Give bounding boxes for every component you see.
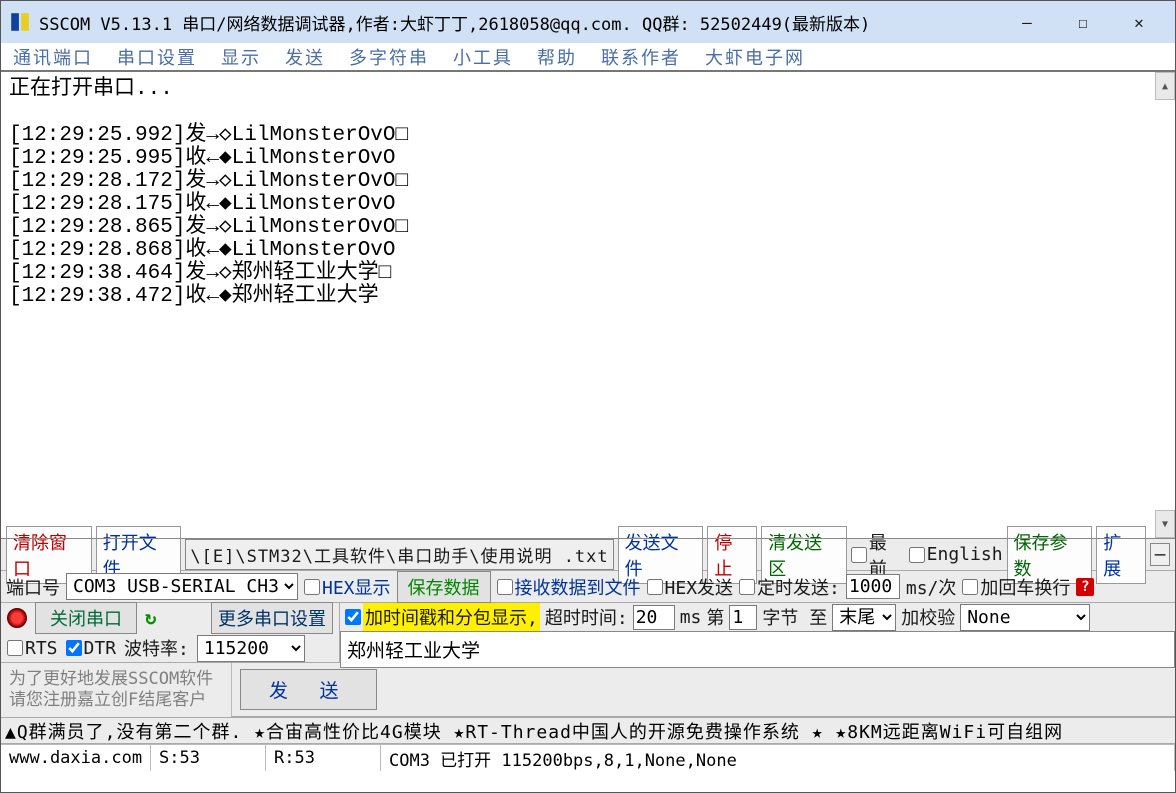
hint-text: 为了更好地发展SSCOM软件 请您注册嘉立创F结尾客户 xyxy=(1,663,231,717)
send-text-area[interactable]: 郑州轻工业大学 xyxy=(340,631,1175,668)
byte-to-label: 字节 至 xyxy=(762,604,827,630)
recv-to-file-checkbox[interactable]: 接收数据到文件 xyxy=(497,574,641,600)
ms-label: ms xyxy=(680,607,702,628)
hex-show-checkbox[interactable]: HEX显示 xyxy=(304,574,391,600)
help-icon[interactable]: ? xyxy=(1076,578,1094,596)
byte-from-input[interactable] xyxy=(729,605,757,630)
port-select[interactable]: COM3 USB-SERIAL CH340 xyxy=(66,573,298,600)
timeout-label: 超时时间: xyxy=(545,604,628,630)
menu-contact[interactable]: 联系作者 xyxy=(601,44,681,70)
log-text[interactable]: 正在打开串口... [12:29:25.992]发→◇LilMonsterOvO… xyxy=(1,72,1175,314)
status-recv: R:53 xyxy=(266,745,381,771)
menu-display[interactable]: 显示 xyxy=(221,44,261,70)
refresh-icon[interactable]: ↻ xyxy=(145,607,167,629)
status-port: COM3 已打开 115200bps,8,1,None,None xyxy=(381,745,1175,771)
byte-from-label: 第 xyxy=(706,604,724,630)
status-bar: www.daxia.com S:53 R:53 COM3 已打开 115200b… xyxy=(1,744,1175,771)
more-settings-button[interactable]: 更多串口设置 xyxy=(211,602,333,634)
timestamp-checkbox[interactable]: 加时间戳和分包显示, xyxy=(345,603,540,631)
expand-toggle[interactable]: — xyxy=(1150,543,1170,566)
close-window-button[interactable]: ✕ xyxy=(1111,1,1167,43)
baud-select[interactable]: 115200 xyxy=(197,635,305,662)
window-title: SSCOM V5.13.1 串口/网络数据调试器,作者:大虾丁丁,2618058… xyxy=(39,10,870,35)
toolbar-row-1: 清除窗口 打开文件 \[E]\STM32\工具软件\串口助手\使用说明 .txt… xyxy=(1,539,1175,571)
english-checkbox[interactable]: English xyxy=(909,544,1003,565)
baud-label: 波特率: xyxy=(124,635,189,661)
menu-daxia[interactable]: 大虾电子网 xyxy=(705,44,805,70)
menu-tools[interactable]: 小工具 xyxy=(453,44,513,70)
menu-send[interactable]: 发送 xyxy=(285,44,325,70)
ads-bar[interactable]: ▲Q群满员了,没有第二个群. ★合宙高性价比4G模块 ★RT-Thread中国人… xyxy=(1,717,1175,744)
dtr-checkbox[interactable]: DTR xyxy=(66,638,117,659)
timed-send-checkbox[interactable]: 定时发送: xyxy=(739,574,840,600)
toolbar-row-2: 端口号 COM3 USB-SERIAL CH340 HEX显示 保存数据 接收数… xyxy=(1,571,1175,603)
rts-checkbox[interactable]: RTS xyxy=(7,638,58,659)
menu-comm-port[interactable]: 通讯端口 xyxy=(13,44,93,70)
scroll-down-button[interactable]: ▼ xyxy=(1155,510,1175,538)
menu-serial-settings[interactable]: 串口设置 xyxy=(117,44,197,70)
save-data-button[interactable]: 保存数据 xyxy=(397,571,491,603)
menu-help[interactable]: 帮助 xyxy=(537,44,577,70)
hex-send-checkbox[interactable]: HEX发送 xyxy=(647,574,734,600)
maximize-button[interactable]: ☐ xyxy=(1055,1,1111,43)
status-url[interactable]: www.daxia.com xyxy=(1,745,151,771)
ms-per-label: ms/次 xyxy=(906,574,957,600)
send-button[interactable]: 发 送 xyxy=(240,669,377,710)
record-indicator-icon xyxy=(7,608,27,628)
checksum-label: 加校验 xyxy=(901,604,955,630)
menu-multistring[interactable]: 多字符串 xyxy=(349,44,429,70)
status-sent: S:53 xyxy=(151,745,266,771)
app-icon xyxy=(9,11,31,33)
checksum-select[interactable]: None xyxy=(960,604,1090,631)
output-area: ▲ 正在打开串口... [12:29:25.992]发→◇LilMonsterO… xyxy=(1,72,1175,539)
port-label: 端口号 xyxy=(6,574,60,600)
timeout-input[interactable] xyxy=(633,605,675,630)
close-port-button[interactable]: 关闭串口 xyxy=(35,602,137,634)
interval-input[interactable] xyxy=(846,574,900,599)
title-bar: SSCOM V5.13.1 串口/网络数据调试器,作者:大虾丁丁,2618058… xyxy=(1,1,1175,43)
minimize-button[interactable]: — xyxy=(999,1,1055,43)
file-path-box[interactable]: \[E]\STM32\工具软件\串口助手\使用说明 .txt xyxy=(185,539,613,570)
tail-select[interactable]: 末尾 xyxy=(832,604,896,631)
menu-bar: 通讯端口 串口设置 显示 发送 多字符串 小工具 帮助 联系作者 大虾电子网 xyxy=(1,43,1175,72)
scroll-up-button[interactable]: ▲ xyxy=(1155,72,1175,100)
toolbar-row-3-4: 关闭串口 ↻ 更多串口设置 RTS DTR 波特率: 115200 加时间戳和分… xyxy=(1,603,1175,663)
crlf-checkbox[interactable]: 加回车换行 xyxy=(962,574,1070,600)
